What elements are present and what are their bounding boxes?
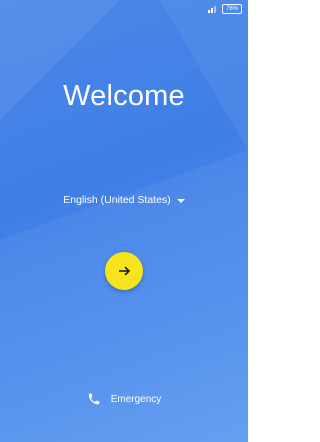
welcome-title: Welcome — [63, 80, 185, 112]
arrow-right-icon — [119, 266, 131, 276]
background-facets — [0, 0, 248, 442]
emergency-call-button[interactable]: Emergency — [0, 392, 248, 406]
language-label: English (United States) — [63, 194, 171, 206]
status-bar: 76% — [0, 0, 248, 18]
phone-icon — [88, 393, 99, 405]
language-selector[interactable]: English (United States) — [0, 194, 248, 206]
battery-level: 76% — [225, 6, 238, 12]
battery-icon: 76% — [222, 4, 242, 14]
signal-icon — [208, 5, 218, 13]
next-button[interactable] — [105, 252, 143, 290]
emergency-label: Emergency — [110, 393, 162, 405]
setup-welcome-screen: 76% Welcome English (United States) Emer… — [0, 0, 248, 442]
caret-down-icon — [176, 198, 185, 203]
